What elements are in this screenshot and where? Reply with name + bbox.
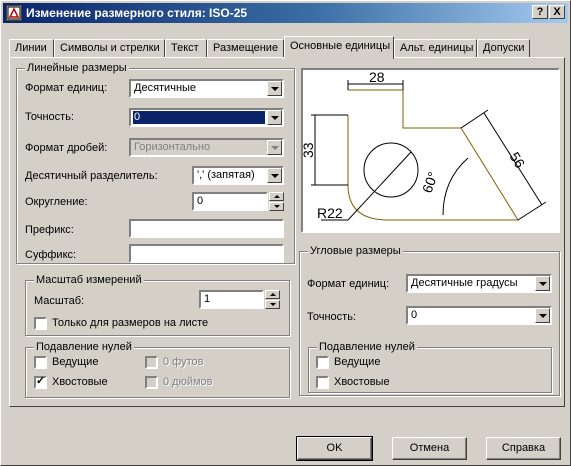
precision-label: Точность: [25,111,74,123]
unit-format-select[interactable]: Десятичные [129,79,284,98]
dim-angle-text: 60° [419,170,441,195]
chevron-down-icon[interactable] [535,276,550,291]
dialog-window: Изменение размерного стиля: ISO-25 ? X Л… [0,0,571,466]
scale-factor-spinner[interactable] [265,290,280,309]
layout-only-label: Только для размеров на листе [52,317,209,329]
spin-down-icon[interactable] [269,202,284,211]
chevron-down-icon[interactable] [535,308,550,323]
dimension-preview: 28 33 56 60° R22 [300,68,560,233]
ok-button[interactable]: OK [296,436,373,461]
trailing-zeros-label: Хвостовые [52,376,108,388]
angular-precision-value: 0 [411,309,418,321]
layout-only-checkbox[interactable] [34,317,47,330]
tab-alternate-units[interactable]: Альт. единицы [394,39,477,58]
tab-fit[interactable]: Размещение [207,39,284,58]
chevron-down-icon[interactable] [267,81,282,96]
tab-symbols-arrows[interactable]: Символы и стрелки [54,39,165,58]
spin-up-icon[interactable] [265,290,280,299]
prefix-label: Префикс: [25,224,74,236]
part-outline [347,89,519,221]
scale-factor-label: Масштаб: [34,295,85,307]
angular-unit-format-value: Десятичные градусы [411,277,518,289]
angular-trailing-zeros-checkbox[interactable] [316,376,329,389]
chevron-down-icon [267,140,282,155]
leading-zeros-checkbox[interactable] [34,356,47,369]
close-button[interactable]: X [549,5,565,19]
angular-leading-zeros-checkbox[interactable] [316,356,329,369]
decimal-separator-label: Десятичный разделитель: [25,170,158,182]
spin-down-icon[interactable] [265,300,280,309]
spin-up-icon[interactable] [269,192,284,201]
prefix-input[interactable] [129,219,284,238]
zero-angular-group-title: Подавление нулей [317,341,417,353]
preview-drawing: 28 33 56 60° R22 [300,69,547,221]
app-icon [6,5,22,21]
rounding-input[interactable]: 0 [192,192,268,211]
fraction-format-select: Горизонтально [129,138,284,157]
angular-trailing-zeros-label: Хвостовые [334,376,390,388]
tab-text[interactable]: Текст [165,39,207,58]
rounding-label: Округление: [25,196,88,208]
dim-slant-text: 56 [506,149,528,171]
angular-unit-format-select[interactable]: Десятичные градусы [406,274,552,293]
cancel-button[interactable]: Отмена [392,437,467,460]
angular-precision-label: Точность: [307,311,356,323]
tab-lines[interactable]: Линии [9,39,54,58]
tab-primary-units[interactable]: Основные единицы [284,36,394,59]
zero-inches-label: 0 дюймов [163,376,213,388]
unit-format-label: Формат единиц: [25,82,108,94]
decimal-separator-select[interactable]: ',' (запятая) [192,166,284,185]
rounding-spinner[interactable] [269,192,284,211]
zero-feet-checkbox [145,356,158,369]
zero-suppression-linear-group: Подавление нулей [25,341,290,398]
zero-inches-checkbox [145,376,158,389]
rounding-value: 0 [197,195,204,207]
fraction-format-value: Горизонтально [134,141,211,153]
dim-left-text: 33 [303,142,316,158]
tab-tolerances[interactable]: Допуски [477,39,530,58]
angular-unit-format-label: Формат единиц: [307,278,390,290]
title-bar[interactable]: Изменение размерного стиля: ISO-25 ? X [3,3,568,23]
window-title: Изменение размерного стиля: ISO-25 [26,6,248,20]
hole-circle [363,142,419,198]
scale-factor-input[interactable]: 1 [199,290,264,309]
chevron-down-icon[interactable] [267,110,282,125]
zero-feet-label: 0 футов [163,356,204,368]
help-title-button[interactable]: ? [532,5,548,19]
leading-zeros-label: Ведущие [52,356,99,368]
decimal-separator-value: ',' (запятая) [197,169,255,181]
zero-linear-group-title: Подавление нулей [34,341,134,353]
suffix-input[interactable] [129,244,284,263]
checkmark-icon: ✓ [36,375,46,387]
trailing-zeros-checkbox[interactable]: ✓ [34,375,47,389]
linear-group-title: Линейные размеры [25,62,129,74]
precision-select[interactable]: 0 [129,108,284,127]
dim-top-text: 28 [369,70,385,85]
angular-leading-zeros-label: Ведущие [334,356,381,368]
precision-value: 0 [133,111,265,124]
help-button[interactable]: Справка [486,437,561,460]
angular-group-title: Угловые размеры [308,245,403,257]
dim-radius-text: R22 [317,205,343,221]
angular-precision-select[interactable]: 0 [406,306,552,325]
unit-format-value: Десятичные [134,82,197,94]
fraction-format-label: Формат дробей: [25,142,108,154]
chevron-down-icon[interactable] [267,168,282,183]
suffix-label: Суффикс: [25,249,77,261]
tab-panel: Линейные размеры Формат единиц: Десятичн… [9,57,565,407]
scale-group-title: Масштаб измерений [34,274,144,286]
scale-factor-value: 1 [204,293,211,305]
